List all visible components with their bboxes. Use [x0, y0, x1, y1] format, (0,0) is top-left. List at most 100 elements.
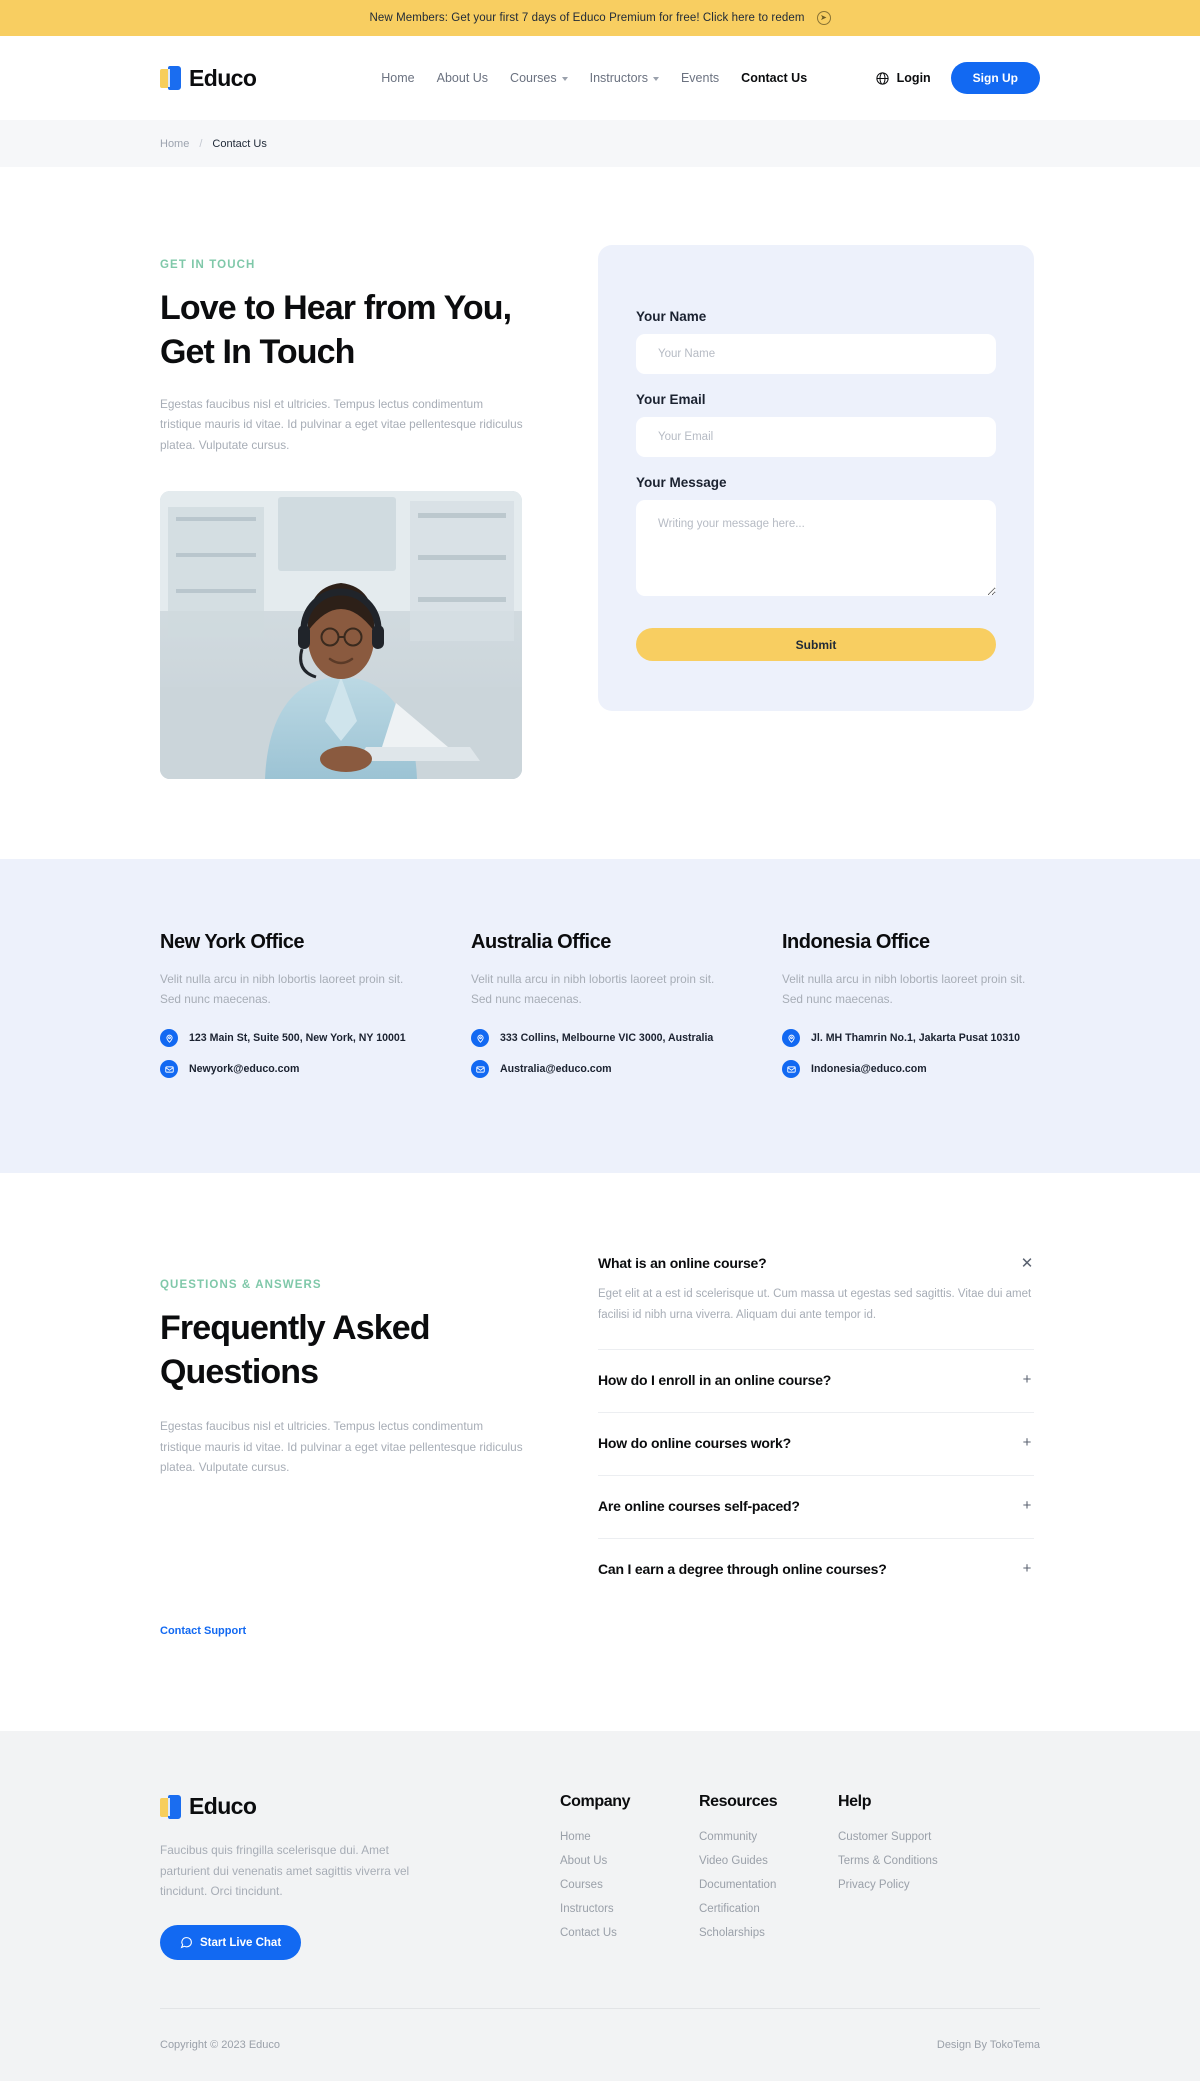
- office-address: 123 Main St, Suite 500, New York, NY 100…: [189, 1032, 406, 1045]
- contact-intro: GET IN TOUCH Love to Hear from You, Get …: [160, 245, 526, 779]
- breadcrumb-separator: /: [199, 137, 203, 150]
- breadcrumb: Home / Contact Us: [160, 138, 1040, 150]
- faq-title: Frequently Asked Questions: [160, 1309, 431, 1391]
- footer-column-company: Company Home About Us Courses Instructor…: [560, 1793, 699, 1960]
- arrow-right-circle-icon[interactable]: ➤: [816, 11, 831, 25]
- plus-icon[interactable]: +: [1020, 1435, 1034, 1450]
- office-email-row[interactable]: Newyork@educo.com: [160, 1060, 417, 1079]
- nav-label: Events: [680, 71, 720, 85]
- contact-description: Egestas faucibus nisl et ultricies. Temp…: [160, 397, 523, 452]
- footer-link-about-us[interactable]: About Us: [560, 1855, 699, 1867]
- design-credit-text: Design By TokoTema: [936, 2039, 1040, 2052]
- footer-logo[interactable]: Educo: [160, 1793, 430, 1820]
- site-header: Educo Home About Us Courses Instructors …: [0, 36, 1200, 120]
- footer-logo-text: Educo: [189, 1793, 257, 1820]
- plus-icon[interactable]: +: [1020, 1372, 1034, 1387]
- footer-link-community[interactable]: Community: [699, 1831, 838, 1843]
- footer-link-terms-conditions[interactable]: Terms & Conditions: [838, 1855, 938, 1867]
- footer-brand: Educo Faucibus quis fringilla scelerisqu…: [160, 1793, 430, 1961]
- nav-item-about-us[interactable]: About Us: [437, 71, 488, 85]
- footer-link-contact-us[interactable]: Contact Us: [560, 1927, 699, 1939]
- login-button[interactable]: Login: [875, 71, 931, 86]
- contact-form: Your Name Your Email Your Message Submit: [598, 245, 1034, 711]
- faq-question-row[interactable]: How do I enroll in an online course? +: [598, 1372, 1034, 1388]
- footer-column-help: Help Customer Support Terms & Conditions…: [838, 1793, 938, 1960]
- name-label: Your Name: [636, 309, 707, 324]
- footer-link-home[interactable]: Home: [560, 1831, 699, 1843]
- location-pin-icon: [782, 1029, 800, 1048]
- office-address-row: Jl. MH Thamrin No.1, Jakarta Pusat 10310: [782, 1029, 1039, 1048]
- globe-icon: [876, 71, 889, 85]
- office-email: Indonesia@educo.com: [811, 1063, 927, 1076]
- nav-item-instructors[interactable]: Instructors: [590, 71, 659, 85]
- faq-eyebrow: QUESTIONS & ANSWERS: [160, 1279, 322, 1292]
- book-logo-icon: [160, 66, 182, 90]
- envelope-icon: [471, 1060, 489, 1079]
- office-address-row: 333 Collins, Melbourne VIC 3000, Austral…: [471, 1029, 728, 1048]
- faq-item: Can I earn a degree through online cours…: [598, 1539, 1034, 1601]
- faq-question: Can I earn a degree through online cours…: [598, 1560, 887, 1577]
- faq-question-row[interactable]: How do online courses work? +: [598, 1435, 1034, 1451]
- announcement-bar[interactable]: New Members: Get your first 7 days of Ed…: [0, 0, 1200, 36]
- nav-label: Home: [381, 71, 415, 85]
- footer-link-documentation[interactable]: Documentation: [699, 1879, 838, 1891]
- footer-link-certification[interactable]: Certification: [699, 1903, 838, 1915]
- footer-link-video-guides[interactable]: Video Guides: [699, 1855, 838, 1867]
- start-live-chat-button[interactable]: Start Live Chat: [160, 1925, 302, 1961]
- footer-bottom-bar: Copyright © 2023 Educo Design By TokoTem…: [160, 2009, 1040, 2081]
- main-nav: Home About Us Courses Instructors Events…: [381, 71, 807, 85]
- footer-description: Faucibus quis fringilla scelerisque dui.…: [160, 1843, 410, 1898]
- faq-item: What is an online course? ✕ Eget elit at…: [598, 1233, 1034, 1350]
- office-card-new-york: New York Office Velit nulla arcu in nibh…: [160, 931, 417, 1092]
- message-textarea[interactable]: [636, 500, 996, 596]
- contact-support-link[interactable]: Contact Support: [160, 1625, 246, 1637]
- submit-button[interactable]: Submit: [636, 628, 996, 661]
- email-input[interactable]: [636, 417, 996, 457]
- faq-question: How do I enroll in an online course?: [598, 1371, 832, 1388]
- close-icon[interactable]: ✕: [1020, 1256, 1034, 1271]
- copyright-text: Copyright © 2023 Educo: [160, 2039, 281, 2052]
- signup-button[interactable]: Sign Up: [950, 62, 1040, 94]
- faq-question-row[interactable]: What is an online course? ✕: [598, 1255, 1034, 1271]
- site-footer: Educo Faucibus quis fringilla scelerisqu…: [0, 1731, 1200, 2081]
- plus-icon[interactable]: +: [1020, 1498, 1034, 1513]
- footer-link-customer-support[interactable]: Customer Support: [838, 1831, 938, 1843]
- breadcrumb-current: Contact Us: [212, 137, 267, 150]
- plus-icon[interactable]: +: [1020, 1561, 1034, 1576]
- chat-bubble-icon: [180, 1937, 192, 1949]
- footer-link-columns: Company Home About Us Courses Instructor…: [560, 1793, 938, 1960]
- breadcrumb-home[interactable]: Home: [160, 138, 189, 150]
- page-root: New Members: Get your first 7 days of Ed…: [0, 0, 1200, 2081]
- office-email-row[interactable]: Australia@educo.com: [471, 1060, 728, 1079]
- faq-question-row[interactable]: Are online courses self-paced? +: [598, 1498, 1034, 1514]
- footer-link-instructors[interactable]: Instructors: [560, 1903, 699, 1915]
- live-chat-label: Start Live Chat: [200, 1936, 282, 1949]
- nav-item-courses[interactable]: Courses: [510, 71, 568, 85]
- nav-item-home[interactable]: Home: [381, 71, 414, 85]
- footer-link-scholarships[interactable]: Scholarships: [699, 1927, 838, 1939]
- nav-item-events[interactable]: Events: [681, 71, 719, 85]
- name-field-group: Your Name: [636, 309, 996, 374]
- footer-link-courses[interactable]: Courses: [560, 1879, 699, 1891]
- envelope-icon: [782, 1060, 800, 1079]
- office-email: Australia@educo.com: [500, 1063, 612, 1076]
- envelope-icon: [160, 1060, 178, 1079]
- location-pin-icon: [471, 1029, 489, 1048]
- nav-label: Courses: [510, 71, 557, 85]
- office-title: Indonesia Office: [782, 930, 930, 953]
- logo[interactable]: Educo: [160, 65, 257, 92]
- email-field-group: Your Email: [636, 392, 996, 457]
- footer-link-privacy-policy[interactable]: Privacy Policy: [838, 1879, 938, 1891]
- announcement-text: New Members: Get your first 7 days of Ed…: [369, 12, 805, 24]
- book-logo-icon: [160, 1794, 182, 1819]
- message-field-group: Your Message: [636, 475, 996, 596]
- office-email-row[interactable]: Indonesia@educo.com: [782, 1060, 1039, 1079]
- email-label: Your Email: [636, 392, 706, 407]
- faq-question-row[interactable]: Can I earn a degree through online cours…: [598, 1561, 1034, 1577]
- nav-item-contact-us[interactable]: Contact Us: [741, 71, 807, 85]
- faq-question: How do online courses work?: [598, 1434, 791, 1451]
- name-input[interactable]: [636, 334, 996, 374]
- page-title: Love to Hear from You, Get In Touch: [160, 289, 512, 371]
- footer-column-title: Company: [560, 1793, 631, 1811]
- office-card-australia: Australia Office Velit nulla arcu in nib…: [471, 931, 728, 1092]
